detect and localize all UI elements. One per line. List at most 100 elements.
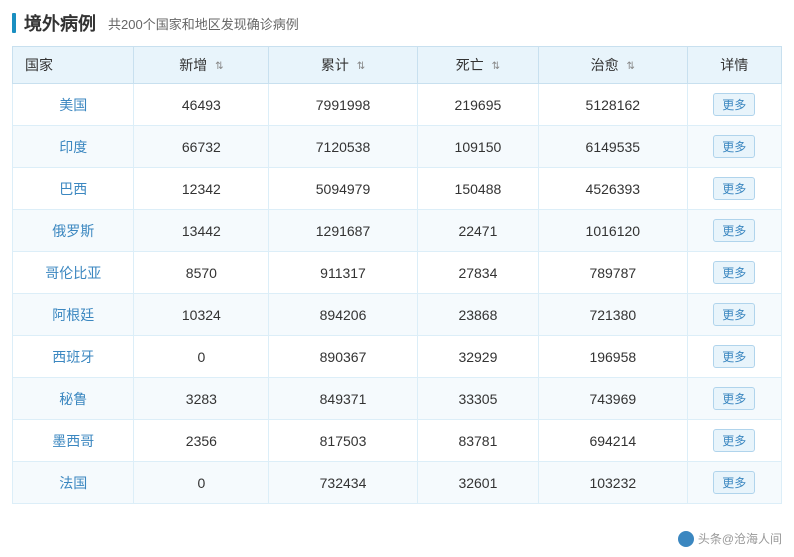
table-row: 俄罗斯134421291687224711016120 更多	[13, 210, 782, 252]
cell-detail: 更多	[687, 210, 782, 252]
cell-new: 0	[134, 336, 269, 378]
cell-total: 890367	[269, 336, 417, 378]
more-button[interactable]: 更多	[713, 93, 755, 116]
cell-death: 83781	[417, 420, 538, 462]
col-header-death[interactable]: 死亡 ⇅	[417, 47, 538, 84]
table-row: 巴西1234250949791504884526393 更多	[13, 168, 782, 210]
more-button[interactable]: 更多	[713, 177, 755, 200]
section-subtitle: 共200个国家和地区发现确诊病例	[108, 14, 299, 33]
cell-new: 12342	[134, 168, 269, 210]
cell-country: 秘鲁	[13, 378, 134, 420]
main-container: 境外病例 共200个国家和地区发现确诊病例 国家 新增 ⇅ 累计 ⇅ 死亡 ⇅	[0, 0, 794, 514]
col-header-country: 国家	[13, 47, 134, 84]
col-header-new[interactable]: 新增 ⇅	[134, 47, 269, 84]
more-button[interactable]: 更多	[713, 135, 755, 158]
more-button[interactable]: 更多	[713, 261, 755, 284]
more-button[interactable]: 更多	[713, 471, 755, 494]
cell-total: 732434	[269, 462, 417, 504]
watermark-icon	[678, 531, 694, 547]
table-row: 美国4649379919982196955128162 更多	[13, 84, 782, 126]
watermark-text: 头条@沧海人间	[698, 530, 782, 547]
cell-detail: 更多	[687, 294, 782, 336]
cell-country: 巴西	[13, 168, 134, 210]
table-row: 秘鲁328384937133305743969 更多	[13, 378, 782, 420]
cell-new: 46493	[134, 84, 269, 126]
more-button[interactable]: 更多	[713, 303, 755, 326]
more-button[interactable]: 更多	[713, 219, 755, 242]
cell-recover: 721380	[539, 294, 687, 336]
cell-country: 印度	[13, 126, 134, 168]
cell-death: 32601	[417, 462, 538, 504]
cell-detail: 更多	[687, 252, 782, 294]
table-body: 美国4649379919982196955128162更多印度667327120…	[13, 84, 782, 504]
cell-recover: 103232	[539, 462, 687, 504]
cell-new: 66732	[134, 126, 269, 168]
cell-detail: 更多	[687, 126, 782, 168]
watermark: 头条@沧海人间	[678, 530, 782, 547]
cell-new: 13442	[134, 210, 269, 252]
cell-death: 109150	[417, 126, 538, 168]
cell-total: 911317	[269, 252, 417, 294]
cell-new: 8570	[134, 252, 269, 294]
col-header-total[interactable]: 累计 ⇅	[269, 47, 417, 84]
cell-recover: 196958	[539, 336, 687, 378]
cell-death: 27834	[417, 252, 538, 294]
cell-detail: 更多	[687, 462, 782, 504]
sort-icon-recover: ⇅	[627, 61, 635, 72]
table-row: 哥伦比亚857091131727834789787 更多	[13, 252, 782, 294]
table-row: 法国073243432601103232 更多	[13, 462, 782, 504]
cell-new: 3283	[134, 378, 269, 420]
cell-recover: 743969	[539, 378, 687, 420]
cell-country: 哥伦比亚	[13, 252, 134, 294]
cell-recover: 789787	[539, 252, 687, 294]
cell-country: 墨西哥	[13, 420, 134, 462]
sort-icon-new: ⇅	[215, 61, 223, 72]
cell-new: 10324	[134, 294, 269, 336]
table-row: 墨西哥235681750383781694214 更多	[13, 420, 782, 462]
cell-new: 0	[134, 462, 269, 504]
cell-country: 美国	[13, 84, 134, 126]
cell-death: 22471	[417, 210, 538, 252]
cell-total: 894206	[269, 294, 417, 336]
cell-new: 2356	[134, 420, 269, 462]
col-header-recover[interactable]: 治愈 ⇅	[539, 47, 687, 84]
cell-total: 7991998	[269, 84, 417, 126]
section-bar	[12, 13, 16, 33]
cell-death: 150488	[417, 168, 538, 210]
cell-total: 1291687	[269, 210, 417, 252]
table-row: 西班牙089036732929196958 更多	[13, 336, 782, 378]
cases-table: 国家 新增 ⇅ 累计 ⇅ 死亡 ⇅ 治愈 ⇅	[12, 46, 782, 504]
cell-country: 西班牙	[13, 336, 134, 378]
more-button[interactable]: 更多	[713, 429, 755, 452]
cell-recover: 4526393	[539, 168, 687, 210]
cell-country: 法国	[13, 462, 134, 504]
cell-detail: 更多	[687, 420, 782, 462]
cell-recover: 1016120	[539, 210, 687, 252]
table-header-row: 国家 新增 ⇅ 累计 ⇅ 死亡 ⇅ 治愈 ⇅	[13, 47, 782, 84]
cell-total: 7120538	[269, 126, 417, 168]
more-button[interactable]: 更多	[713, 387, 755, 410]
cell-detail: 更多	[687, 168, 782, 210]
table-row: 印度6673271205381091506149535 更多	[13, 126, 782, 168]
more-button[interactable]: 更多	[713, 345, 755, 368]
cell-death: 23868	[417, 294, 538, 336]
cell-total: 5094979	[269, 168, 417, 210]
cell-detail: 更多	[687, 378, 782, 420]
cell-recover: 694214	[539, 420, 687, 462]
table-row: 阿根廷1032489420623868721380 更多	[13, 294, 782, 336]
cell-country: 俄罗斯	[13, 210, 134, 252]
cell-total: 817503	[269, 420, 417, 462]
cell-detail: 更多	[687, 84, 782, 126]
sort-icon-death: ⇅	[492, 61, 500, 72]
cell-death: 32929	[417, 336, 538, 378]
cell-recover: 6149535	[539, 126, 687, 168]
cell-death: 33305	[417, 378, 538, 420]
section-header: 境外病例 共200个国家和地区发现确诊病例	[12, 10, 782, 36]
cell-recover: 5128162	[539, 84, 687, 126]
cell-total: 849371	[269, 378, 417, 420]
cell-country: 阿根廷	[13, 294, 134, 336]
col-header-detail: 详情	[687, 47, 782, 84]
sort-icon-total: ⇅	[357, 61, 365, 72]
section-title: 境外病例	[24, 10, 96, 36]
cell-death: 219695	[417, 84, 538, 126]
